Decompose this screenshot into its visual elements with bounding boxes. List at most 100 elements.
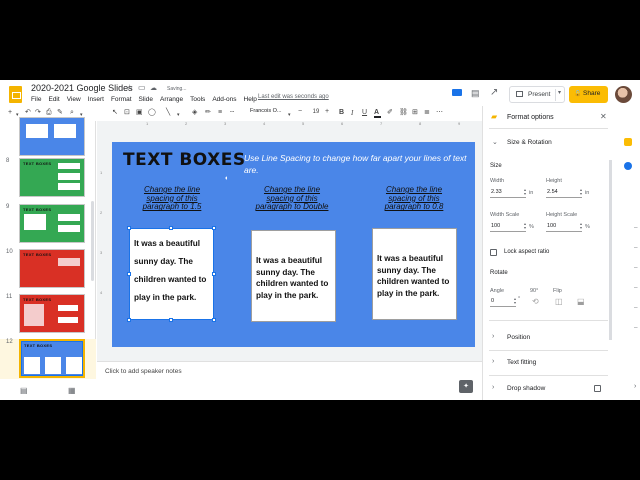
menu-file[interactable]: File [31, 96, 41, 103]
height-scale-input[interactable]: 100 ▴ ▾ [546, 221, 582, 232]
comment-icon[interactable]: ⊞ [412, 109, 418, 117]
slide-subtitle[interactable]: Use Line Spacing to change how far apart… [244, 152, 474, 176]
highlight-icon[interactable]: ✐ [387, 109, 393, 117]
panel-scrollbar[interactable] [609, 160, 612, 340]
filmstrip-view-icon[interactable]: ▤ [20, 386, 28, 395]
move-folder-icon[interactable]: ▭ [138, 83, 146, 92]
flip-vertical-icon[interactable]: ⬓ [577, 297, 585, 306]
tasks-icon[interactable] [624, 162, 632, 170]
meet-icon[interactable] [452, 89, 462, 96]
resize-handle[interactable] [127, 318, 131, 322]
resize-handle[interactable] [169, 318, 173, 322]
menu-addons[interactable]: Add-ons [212, 96, 236, 103]
fill-color-icon[interactable]: ◈ [192, 109, 197, 117]
paint-format-icon[interactable]: ✎ [57, 109, 63, 117]
border-color-icon[interactable]: ✏ [205, 109, 211, 117]
menu-tools[interactable]: Tools [190, 96, 205, 103]
menu-edit[interactable]: Edit [48, 96, 59, 103]
document-title[interactable]: 2020-2021 Google Slides [31, 83, 133, 93]
font-select[interactable]: Francois O... [250, 108, 281, 114]
zoom-icon[interactable]: ⌕ [70, 109, 74, 117]
lock-aspect-checkbox[interactable] [490, 249, 497, 256]
italic-icon[interactable]: I [351, 109, 353, 117]
filmstrip-scrollbar[interactable] [91, 201, 94, 281]
resize-handle[interactable] [169, 226, 173, 230]
activity-icon[interactable]: ↗ [490, 87, 498, 98]
paragraph-box-1[interactable]: It was a beautiful sunny day. The childr… [129, 228, 214, 320]
drop-shadow-checkbox[interactable] [594, 385, 601, 392]
select-icon[interactable]: ↖ [112, 109, 118, 117]
slide-thumbnail-7[interactable] [19, 117, 85, 156]
share-button[interactable]: 🔒 Share [569, 86, 608, 103]
paragraph-box-2[interactable]: It was a beautiful sunny day. The childr… [251, 230, 336, 322]
size-rotation-section-toggle[interactable]: ⌄ Size & Rotation [483, 138, 608, 150]
keep-icon[interactable] [624, 138, 632, 146]
slide-title[interactable]: TEXT BOXES [123, 150, 246, 170]
spinner-icon[interactable]: ▴ ▾ [524, 222, 526, 230]
flip-horizontal-icon[interactable]: ◫ [555, 297, 563, 306]
angle-input[interactable]: 0 ▴ ▾ [490, 296, 516, 307]
underline-icon[interactable]: U [362, 109, 367, 117]
speaker-notes[interactable]: Click to add speaker notes [97, 361, 482, 378]
resize-handle[interactable] [212, 318, 216, 322]
new-slide-icon[interactable]: + [8, 109, 12, 117]
drop-shadow-section-toggle[interactable]: › Drop shadow [483, 384, 608, 396]
align-icon[interactable]: ≣ [424, 109, 430, 117]
last-edit-link[interactable]: Last edit was seconds ago [258, 94, 329, 100]
resize-handle[interactable] [212, 226, 216, 230]
slide-12[interactable]: TEXT BOXES Use Line Spacing to change ho… [112, 142, 475, 347]
explore-button[interactable]: ✦ [459, 380, 473, 393]
close-icon[interactable]: ✕ [600, 112, 607, 121]
chevron-down-icon[interactable]: ▾ [288, 111, 291, 119]
text-fitting-section-toggle[interactable]: › Text fitting [483, 358, 608, 370]
menu-view[interactable]: View [67, 96, 81, 103]
chevron-down-icon[interactable]: ▾ [177, 111, 180, 119]
paragraph-box-3[interactable]: It was a beautiful sunny day. The childr… [372, 228, 457, 320]
height-input[interactable]: 2.54 ▴ ▾ [546, 187, 582, 198]
print-icon[interactable]: ⎙ [46, 109, 52, 117]
star-icon[interactable]: ☆ [126, 83, 133, 92]
menu-arrange[interactable]: Arrange [160, 96, 183, 103]
chevron-down-icon[interactable]: ▾ [558, 89, 561, 96]
border-dash-icon[interactable]: ┄ [230, 109, 234, 117]
increase-font-size-button[interactable]: + [325, 108, 329, 115]
position-section-toggle[interactable]: › Position [483, 333, 608, 345]
rotate-90-icon[interactable]: ⟲ [532, 297, 539, 306]
column-heading-2[interactable]: Change the line spacing of this paragrap… [251, 185, 333, 212]
menu-format[interactable]: Format [111, 96, 132, 103]
slide-thumbnail-8[interactable]: TEXT BOXES [19, 158, 85, 197]
redo-icon[interactable]: ↷ [35, 109, 41, 117]
chevron-right-icon[interactable]: › [634, 383, 636, 390]
resize-handle[interactable] [212, 272, 216, 276]
spinner-icon[interactable]: ▴ ▾ [514, 297, 516, 305]
bold-icon[interactable]: B [339, 109, 344, 117]
slide-thumbnail-9[interactable]: TEXT BOXES [19, 204, 85, 243]
line-icon[interactable]: ╲ [166, 109, 170, 117]
comment-history-icon[interactable]: ▤ [471, 88, 480, 99]
slide-thumbnail-11[interactable]: TEXT BOXES [19, 294, 85, 333]
border-weight-icon[interactable]: ≡ [218, 109, 222, 117]
resize-handle[interactable] [127, 226, 131, 230]
link-icon[interactable]: ⛓ [399, 109, 408, 117]
shape-icon[interactable]: ◯ [148, 109, 156, 117]
font-size-input[interactable]: 19 [310, 109, 322, 115]
more-icon[interactable]: ⋯ [436, 109, 443, 117]
column-heading-1[interactable]: Change the line spacing of this paragrap… [131, 185, 213, 212]
column-heading-3[interactable]: Change the line spacing of this paragrap… [373, 185, 455, 212]
grid-view-icon[interactable]: ▦ [68, 386, 76, 395]
spinner-icon[interactable]: ▴ ▾ [580, 188, 582, 196]
present-button[interactable]: Present ▾ [509, 86, 565, 103]
slides-logo-icon[interactable] [9, 86, 22, 103]
width-input[interactable]: 2.33 ▴ ▾ [490, 187, 526, 198]
spinner-icon[interactable]: ▴ ▾ [524, 188, 526, 196]
slide-thumbnail-10[interactable]: TEXT BOXES [19, 249, 85, 288]
menu-slide[interactable]: Slide [139, 96, 153, 103]
decrease-font-size-button[interactable]: − [298, 108, 302, 115]
menu-help[interactable]: Help [244, 96, 257, 103]
image-icon[interactable]: ▣ [136, 109, 143, 117]
resize-handle[interactable] [127, 272, 131, 276]
width-scale-input[interactable]: 100 ▴ ▾ [490, 221, 526, 232]
avatar[interactable] [615, 86, 632, 103]
slide-thumbnail-12[interactable]: TEXT BOXES [19, 339, 85, 378]
spinner-icon[interactable]: ▴ ▾ [580, 222, 582, 230]
